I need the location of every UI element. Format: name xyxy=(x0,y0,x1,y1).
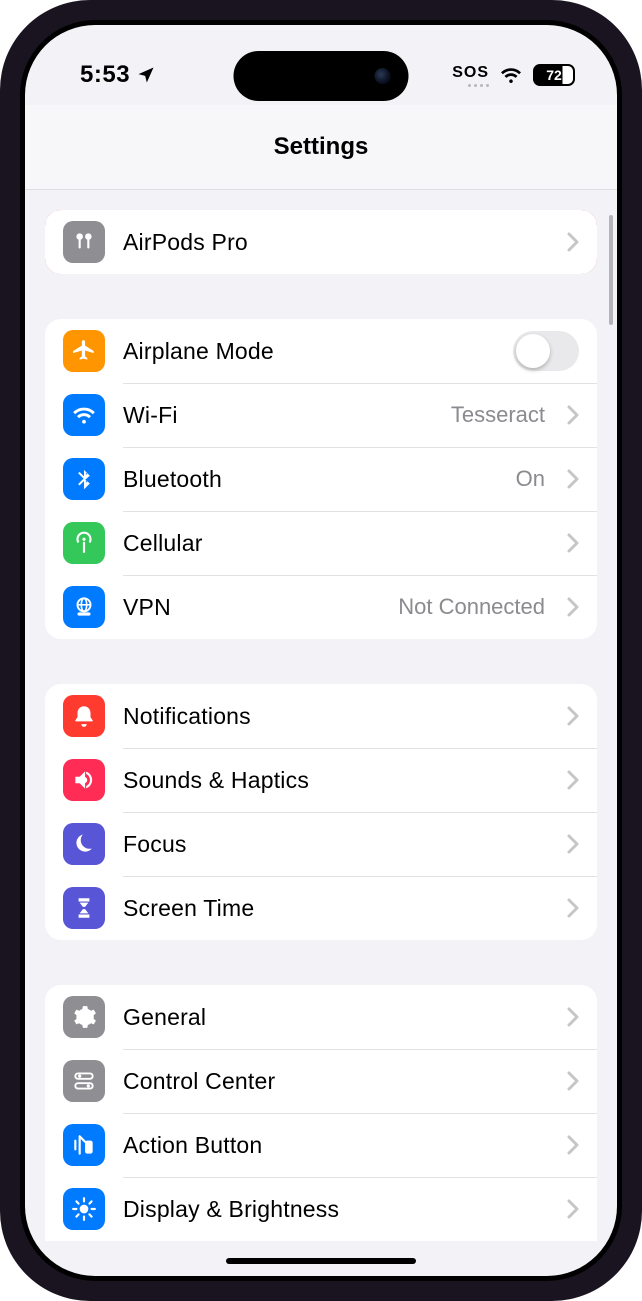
row-label: VPN xyxy=(123,594,380,621)
airpods-icon xyxy=(63,221,105,263)
location-icon xyxy=(136,65,156,85)
row-detail: Not Connected xyxy=(398,594,545,620)
row-action-button[interactable]: Action Button xyxy=(45,1113,597,1177)
chevron-right-icon xyxy=(567,533,579,553)
chevron-right-icon xyxy=(567,597,579,617)
row-focus[interactable]: Focus xyxy=(45,812,597,876)
row-label: Bluetooth xyxy=(123,466,498,493)
chevron-right-icon xyxy=(567,232,579,252)
display-brightness-icon xyxy=(63,1188,105,1230)
cellular-icon xyxy=(63,522,105,564)
control-center-icon xyxy=(63,1060,105,1102)
chevron-right-icon xyxy=(567,1071,579,1091)
settings-group-airpods: AirPods Pro xyxy=(45,210,597,274)
row-detail: On xyxy=(516,466,545,492)
chevron-right-icon xyxy=(567,1199,579,1219)
settings-content[interactable]: AirPods Pro Airplane Mode xyxy=(25,190,617,1276)
row-control-center[interactable]: Control Center xyxy=(45,1049,597,1113)
row-bluetooth[interactable]: Bluetooth On xyxy=(45,447,597,511)
vpn-icon xyxy=(63,586,105,628)
chevron-right-icon xyxy=(567,469,579,489)
cell-signal-dots-icon xyxy=(452,84,489,87)
phone-bezel: 5:53 SOS 72 xyxy=(20,20,622,1281)
power-button xyxy=(638,350,642,470)
settings-group-general: General Control Center A xyxy=(45,985,597,1241)
row-label: Wi-Fi xyxy=(123,402,433,429)
airplane-mode-toggle[interactable] xyxy=(513,331,579,371)
scrollbar[interactable] xyxy=(609,215,613,325)
row-label: Sounds & Haptics xyxy=(123,767,549,794)
volume-down-button xyxy=(0,420,4,500)
focus-icon xyxy=(63,823,105,865)
row-label: Cellular xyxy=(123,530,549,557)
row-notifications[interactable]: Notifications xyxy=(45,684,597,748)
nav-header: Settings xyxy=(25,105,617,190)
sounds-icon xyxy=(63,759,105,801)
dynamic-island xyxy=(234,51,409,101)
battery-level: 72 xyxy=(546,67,562,83)
status-left: 5:53 xyxy=(80,61,156,89)
page-title: Settings xyxy=(274,133,369,161)
row-general[interactable]: General xyxy=(45,985,597,1049)
row-sounds-haptics[interactable]: Sounds & Haptics xyxy=(45,748,597,812)
action-button-icon xyxy=(63,1124,105,1166)
settings-group-alerts: Notifications Sounds & Haptics xyxy=(45,684,597,940)
phone-frame: 5:53 SOS 72 xyxy=(0,0,642,1301)
row-label: AirPods Pro xyxy=(123,229,549,256)
row-label: Action Button xyxy=(123,1132,549,1159)
wifi-settings-icon xyxy=(63,394,105,436)
status-time: 5:53 xyxy=(80,61,130,89)
airplane-icon xyxy=(63,330,105,372)
row-wifi[interactable]: Wi-Fi Tesseract xyxy=(45,383,597,447)
general-icon xyxy=(63,996,105,1038)
row-label: Control Center xyxy=(123,1068,549,1095)
row-airplane-mode[interactable]: Airplane Mode xyxy=(45,319,597,383)
screen: 5:53 SOS 72 xyxy=(25,25,617,1276)
row-cellular[interactable]: Cellular xyxy=(45,511,597,575)
status-right: SOS 72 xyxy=(452,63,575,87)
row-display-brightness[interactable]: Display & Brightness xyxy=(45,1177,597,1241)
home-indicator[interactable] xyxy=(226,1258,416,1264)
chevron-right-icon xyxy=(567,834,579,854)
row-airpods-pro[interactable]: AirPods Pro xyxy=(45,210,597,274)
row-label: Display & Brightness xyxy=(123,1196,549,1223)
sos-indicator: SOS xyxy=(452,64,489,87)
row-label: Airplane Mode xyxy=(123,338,495,365)
volume-up-button xyxy=(0,320,4,400)
row-label: Screen Time xyxy=(123,895,549,922)
chevron-right-icon xyxy=(567,1135,579,1155)
notifications-icon xyxy=(63,695,105,737)
chevron-right-icon xyxy=(567,898,579,918)
row-label: General xyxy=(123,1004,549,1031)
chevron-right-icon xyxy=(567,706,579,726)
battery-icon: 72 xyxy=(533,64,575,86)
silent-switch xyxy=(0,240,4,280)
screen-time-icon xyxy=(63,887,105,929)
row-label: Focus xyxy=(123,831,549,858)
row-detail: Tesseract xyxy=(451,402,545,428)
chevron-right-icon xyxy=(567,1007,579,1027)
row-label: Notifications xyxy=(123,703,549,730)
row-screen-time[interactable]: Screen Time xyxy=(45,876,597,940)
bluetooth-icon xyxy=(63,458,105,500)
settings-group-connectivity: Airplane Mode Wi-Fi Tesseract xyxy=(45,319,597,639)
row-vpn[interactable]: VPN Not Connected xyxy=(45,575,597,639)
wifi-icon xyxy=(499,63,523,87)
chevron-right-icon xyxy=(567,770,579,790)
chevron-right-icon xyxy=(567,405,579,425)
